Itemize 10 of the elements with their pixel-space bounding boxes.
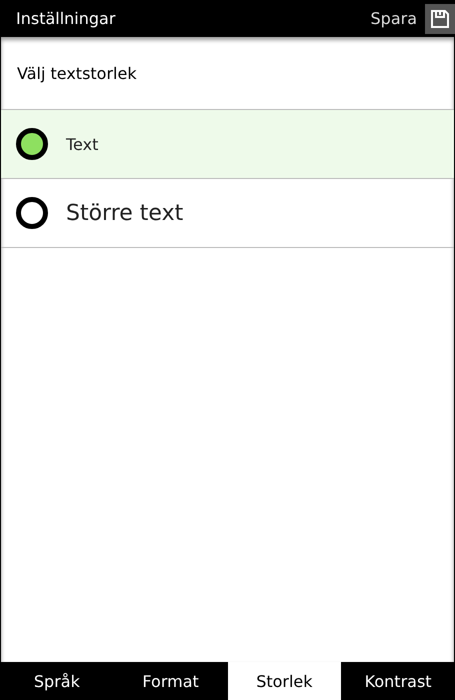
save-icon xyxy=(425,4,455,34)
option-label: Text xyxy=(66,134,98,154)
tab[interactable]: Storlek xyxy=(228,662,342,700)
window-title: Inställningar xyxy=(16,9,116,28)
radio-button[interactable] xyxy=(16,197,48,229)
radio-button[interactable] xyxy=(16,128,48,160)
size-option[interactable]: Text xyxy=(1,110,454,179)
save-button[interactable]: Spara xyxy=(370,0,455,37)
option-label: Större text xyxy=(66,200,184,226)
size-option[interactable]: Större text xyxy=(1,179,454,248)
